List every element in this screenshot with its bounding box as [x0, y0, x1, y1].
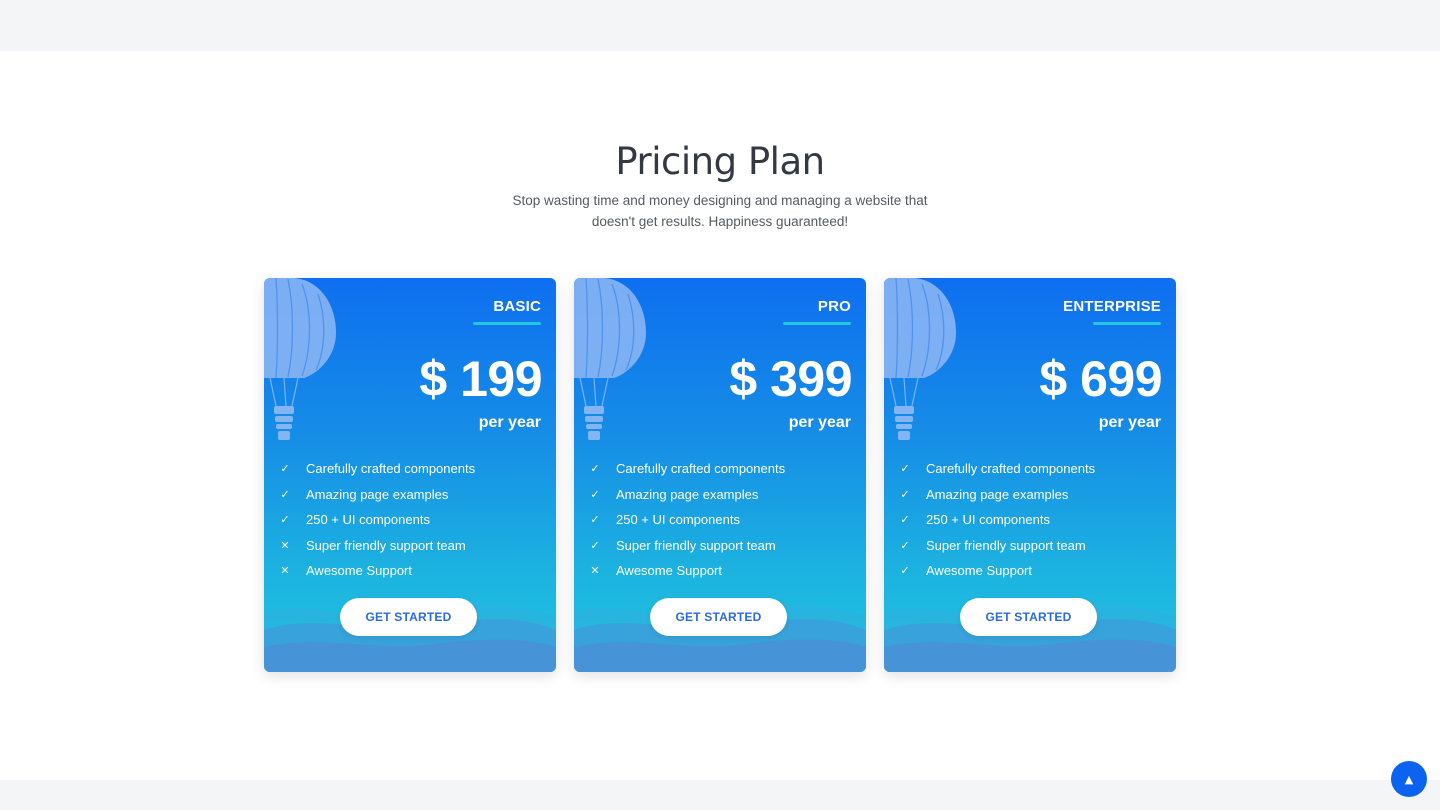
feature-list: ✓ Carefully crafted components ✓ Amazing…	[589, 456, 785, 584]
feature-item: ✓ Carefully crafted components	[589, 456, 785, 482]
feature-item: ✓ Super friendly support team	[899, 533, 1095, 559]
check-icon: ✓	[590, 513, 600, 527]
balloon-icon	[264, 278, 336, 440]
check-icon: ✓	[900, 538, 910, 552]
feature-label: 250 + UI components	[926, 512, 1050, 528]
cross-icon: ✕	[280, 564, 290, 578]
feature-item: ✓ Amazing page examples	[279, 482, 475, 508]
plan-name: BASIC	[493, 298, 541, 315]
pricing-card-basic: BASIC $ 199 per year ✓ Carefully crafted…	[264, 278, 556, 672]
plan-price: $ 399	[729, 351, 852, 407]
feature-label: Carefully crafted components	[616, 461, 786, 477]
check-icon: ✓	[280, 487, 290, 501]
feature-label: Carefully crafted components	[306, 461, 476, 477]
plan-name-underline	[473, 322, 541, 325]
feature-label: Awesome Support	[926, 563, 1032, 579]
feature-item: ✓ 250 + UI components	[589, 507, 785, 533]
feature-label: Carefully crafted components	[926, 461, 1096, 477]
feature-item: ✓ Super friendly support team	[589, 533, 785, 559]
feature-item: ✓ 250 + UI components	[279, 507, 475, 533]
scroll-to-top-button[interactable]: ▲	[1391, 761, 1427, 797]
plan-price: $ 199	[419, 351, 542, 407]
section-title: Pricing Plan	[615, 140, 825, 183]
plan-name: ENTERPRISE	[1063, 298, 1161, 315]
feature-label: Awesome Support	[616, 563, 722, 579]
check-icon: ✓	[900, 513, 910, 527]
feature-item: ✓ Carefully crafted components	[279, 456, 475, 482]
check-icon: ✓	[590, 538, 600, 552]
feature-label: 250 + UI components	[616, 512, 740, 528]
check-icon: ✓	[280, 462, 290, 476]
feature-label: Super friendly support team	[616, 537, 776, 553]
bottom-band	[0, 780, 1440, 810]
feature-label: Super friendly support team	[926, 537, 1086, 553]
plan-period: per year	[788, 414, 851, 431]
pricing-card-enterprise: ENTERPRISE $ 699 per year ✓ Carefully cr…	[884, 278, 1176, 672]
feature-item: ✓ 250 + UI components	[899, 507, 1095, 533]
feature-label: Amazing page examples	[306, 486, 449, 502]
feature-label: 250 + UI components	[306, 512, 430, 528]
feature-list: ✓ Carefully crafted components ✓ Amazing…	[279, 456, 475, 584]
get-started-button[interactable]: GET STARTED	[340, 598, 477, 636]
plan-name-underline	[1093, 322, 1161, 325]
pricing-card-pro: PRO $ 399 per year ✓ Carefully crafted c…	[574, 278, 866, 672]
get-started-button[interactable]: GET STARTED	[650, 598, 787, 636]
check-icon: ✓	[590, 462, 600, 476]
feature-item: ✓ Awesome Support	[899, 558, 1095, 584]
check-icon: ✓	[590, 487, 600, 501]
feature-item: ✓ Carefully crafted components	[899, 456, 1095, 482]
feature-list: ✓ Carefully crafted components ✓ Amazing…	[899, 456, 1095, 584]
plan-period: per year	[478, 414, 541, 431]
plan-name-underline	[783, 322, 851, 325]
feature-item: ✓ Amazing page examples	[589, 482, 785, 508]
plan-name: PRO	[817, 298, 851, 315]
section-subtitle: Stop wasting time and money designing an…	[512, 193, 928, 229]
feature-label: Super friendly support team	[306, 537, 466, 553]
balloon-icon	[884, 278, 956, 440]
check-icon: ✓	[900, 462, 910, 476]
check-icon: ✓	[900, 564, 910, 578]
check-icon: ✓	[280, 513, 290, 527]
top-band	[0, 0, 1440, 51]
chevron-up-icon: ▲	[1404, 772, 1414, 786]
balloon-icon	[574, 278, 646, 440]
plan-price: $ 699	[1039, 351, 1162, 407]
feature-item: ✕ Super friendly support team	[279, 533, 475, 559]
feature-label: Amazing page examples	[926, 486, 1069, 502]
feature-item: ✕ Awesome Support	[279, 558, 475, 584]
feature-item: ✕ Awesome Support	[589, 558, 785, 584]
feature-item: ✓ Amazing page examples	[899, 482, 1095, 508]
cross-icon: ✕	[280, 538, 290, 552]
feature-label: Awesome Support	[306, 563, 412, 579]
cross-icon: ✕	[590, 564, 600, 578]
feature-label: Amazing page examples	[616, 486, 759, 502]
get-started-button[interactable]: GET STARTED	[960, 598, 1097, 636]
plan-period: per year	[1098, 414, 1161, 431]
check-icon: ✓	[900, 487, 910, 501]
